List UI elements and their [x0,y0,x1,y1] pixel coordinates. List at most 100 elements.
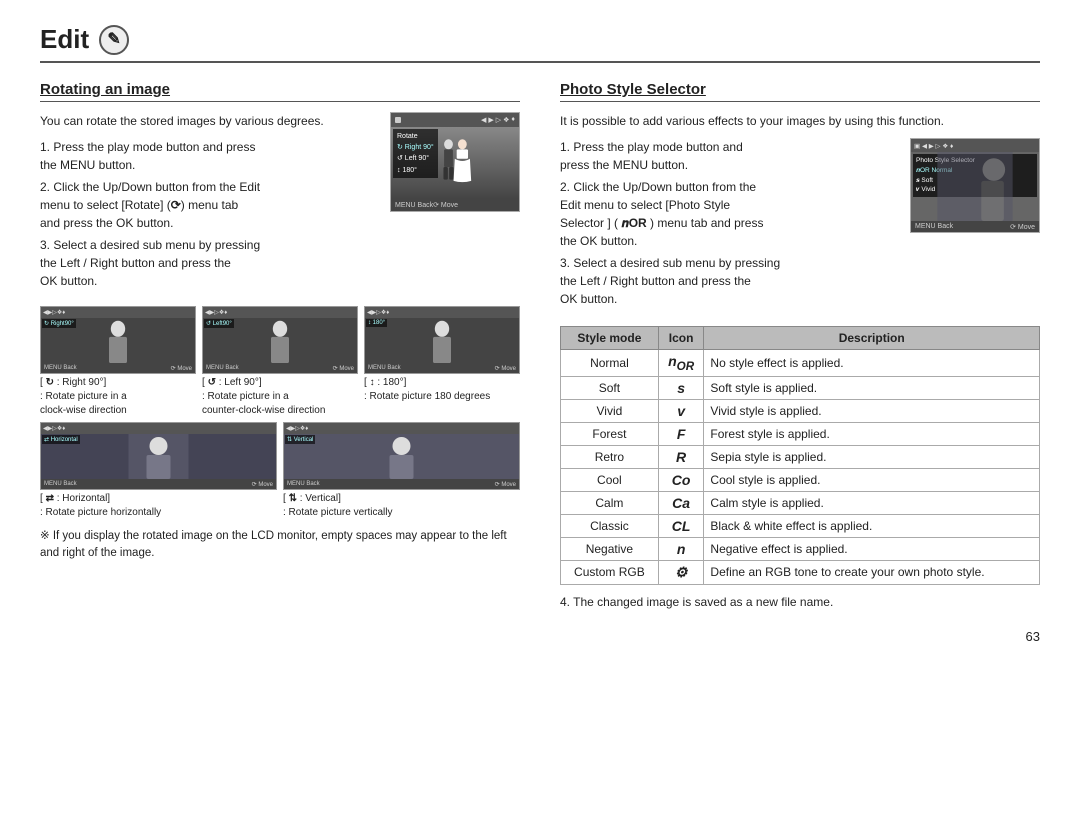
icon-cool: Co [658,468,704,491]
title-text: Edit [40,24,89,55]
sl-topbar: ◀▶▷❖♦ [203,307,357,318]
ps-intro: It is possible to add various effects to… [560,112,1040,130]
rotate-menu-overlay: Rotate ↻ Right 90° ↺ Left 90° ↕ 180° [393,129,438,178]
si-icons: ◀▶▷❖♦ [43,309,65,316]
desc-soft: Soft style is applied. [704,376,1040,399]
si-topbar: ◀▶▷❖♦ [41,307,195,318]
style-table-body: Normal nOR No style effect is applied. S… [561,350,1040,585]
style-classic: Classic [561,514,659,537]
s180-bot: MENU Back⟳ Move [365,363,519,373]
shot-vertical: ◀▶▷❖♦ ⇅ Vertical MENU Back⟳ Move [283,422,520,520]
sh-back: MENU Back [44,481,77,487]
sv-move: ⟳ Move [495,481,516,488]
desc-negative: Negative effect is applied. [704,537,1040,560]
left-note: ※ If you display the rotated image on th… [40,528,520,563]
rotate-step-3: 3. Select a desired sub menu by pressing… [40,236,384,290]
cam-r-main: Photo Style Selector 𝒏OR Normal 𝒔 Soft 𝒗… [911,152,1039,221]
ps-step-1: 1. Press the play mode button andpress t… [560,138,904,174]
cam-icon-4: ❖ [503,116,509,124]
table-row: Calm Ca Calm style is applied. [561,491,1040,514]
desc-forest: Forest style is applied. [704,422,1040,445]
cam-dot [395,117,401,123]
ps-steps: 1. Press the play mode button andpress t… [560,138,904,316]
sv-bot: MENU Back ⟳ Move [284,479,519,489]
table-row: Classic CL Black & white effect is appli… [561,514,1040,537]
icon-soft: s [658,376,704,399]
sl-bot: MENU Back⟳ Move [203,363,357,373]
si-main: ↻ Right90° [41,318,195,363]
cam-icon-1: ◀ [481,116,486,124]
page-title: Edit ✎ [40,24,1040,63]
icon-retro: R [658,445,704,468]
cam-top-bar: ◀ ▶ ▷ ❖ ♦ [391,113,519,127]
th-description: Description [704,327,1040,350]
sh-topbar: ◀▶▷❖♦ [41,423,276,434]
th-icon: Icon [658,327,704,350]
rotate-demo-area: You can rotate the stored images by vari… [40,112,520,298]
table-row: Negative n Negative effect is applied. [561,537,1040,560]
desc-calm: Calm style is applied. [704,491,1040,514]
right-section: Photo Style Selector It is possible to a… [560,81,1040,619]
s180-topbar: ◀▶▷❖♦ [365,307,519,318]
table-row: Forest F Forest style is applied. [561,422,1040,445]
style-table: Style mode Icon Description Normal nOR N… [560,326,1040,585]
ps-step-3: 3. Select a desired sub menu by pressing… [560,254,904,308]
s180-icons: ◀▶▷❖♦ [367,309,389,316]
right-heading: Photo Style Selector [560,81,1040,102]
ps-ol: 1. Press the play mode button andpress t… [560,138,904,308]
ps-camera-screenshot: ▣ ◀ ▶ ▷ ❖ ♦ Photo Style Selector 𝒏OR Nor… [910,138,1040,233]
table-row: Retro R Sepia style is applied. [561,445,1040,468]
cam-r-botbar: MENU Back ⟳ Move [911,221,1039,232]
cam-r-icons: ▣ ◀ ▶ ▷ ❖ ♦ [914,142,953,150]
caption-horizontal: [ ⇄ : Horizontal]: Rotate picture horizo… [40,492,277,520]
style-soft: Soft [561,376,659,399]
si-bot: MENU Back⟳ Move [41,363,195,373]
icon-vivid: v [658,399,704,422]
sv-back: MENU Back [287,481,320,487]
left-section: Rotating an image You can rotate the sto… [40,81,520,619]
shot-left90: ◀▶▷❖♦ ↺ Left90° MENU Back⟳ Move [ ↺ : [202,306,358,418]
desc-vivid: Vivid style is applied. [704,399,1040,422]
shot-img-v: ◀▶▷❖♦ ⇅ Vertical MENU Back⟳ Move [283,422,520,490]
two-flip-shots: ◀▶▷❖♦ ⇄ Horizontal MENU Back ⟳ Move [40,422,520,520]
sl-main: ↺ Left90° [203,318,357,363]
page-number: 63 [40,629,1040,644]
rotate-step-1: 1. Press the play mode button and presst… [40,138,384,174]
caption-180: [ ↕ : 180°]: Rotate picture 180 degrees [364,376,520,404]
cam-icons: ◀ ▶ ▷ ❖ ♦ [481,116,515,124]
style-cool: Cool [561,468,659,491]
ps-step-2: 2. Click the Up/Down button from theEdit… [560,178,904,250]
rotate-ol: 1. Press the play mode button and presst… [40,138,384,290]
sh-move: ⟳ Move [252,481,273,488]
three-rotation-shots: ◀▶▷❖♦ ↻ Right90° MENU Back⟳ Move [ ↻ [40,306,520,418]
th-style-mode: Style mode [561,327,659,350]
left-heading: Rotating an image [40,81,520,102]
cam-move-label: ⟳ Move [433,201,458,209]
cam-bottom-bar: MENU Back ⟳ Move [391,199,519,211]
s180-label: ↕ 180° [366,319,387,327]
cam-r-move: ⟳ Move [1010,223,1035,231]
style-calm: Calm [561,491,659,514]
shot-img-h: ◀▶▷❖♦ ⇄ Horizontal MENU Back ⟳ Move [40,422,277,490]
sl-label: ↺ Left90° [204,319,234,328]
s180-back: MENU Back [368,365,401,371]
ps-demo-area: 1. Press the play mode button andpress t… [560,138,1040,316]
cam-icon-2: ▶ [488,116,493,124]
sv-icons: ◀▶▷❖♦ [286,425,308,432]
icon-custom-rgb: ⚙ [658,560,704,584]
sv-svg [284,434,519,479]
sh-main: ⇄ Horizontal [41,434,276,479]
s180-main: ↕ 180° [365,318,519,363]
si-move: ⟳ Move [171,365,192,372]
shot-img-left90: ◀▶▷❖♦ ↺ Left90° MENU Back⟳ Move [202,306,358,374]
sl-back: MENU Back [206,365,239,371]
cam-back-label: MENU Back [395,202,433,209]
style-vivid: Vivid [561,399,659,422]
table-row: Vivid v Vivid style is applied. [561,399,1040,422]
ps-footer: 4. The changed image is saved as a new f… [560,593,1040,611]
s180-svg [365,318,519,363]
style-normal: Normal [561,350,659,377]
table-header-row: Style mode Icon Description [561,327,1040,350]
cam-r-topbar: ▣ ◀ ▶ ▷ ❖ ♦ [911,139,1039,152]
shot-img-180: ◀▶▷❖♦ ↕ 180° MENU Back⟳ Move [364,306,520,374]
